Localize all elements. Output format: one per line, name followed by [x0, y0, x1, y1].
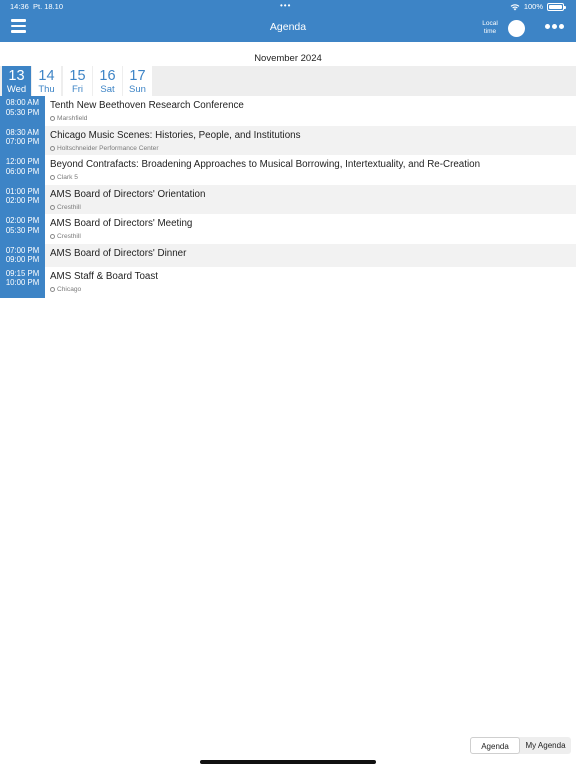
battery-percent: 100% — [523, 2, 543, 11]
event-end-time: 09:00 PM — [5, 255, 40, 264]
event-location: Clark 5 — [50, 174, 78, 181]
more-icon[interactable] — [545, 24, 565, 30]
event-title: AMS Board of Directors' Meeting — [50, 218, 193, 229]
day-tab-16[interactable]: 16 Sat — [93, 66, 122, 96]
agenda-item[interactable]: 02:00 PM 05:30 PM AMS Board of Directors… — [0, 214, 576, 244]
event-end-time: 02:00 PM — [5, 196, 40, 205]
event-location: Holtschneider Performance Center — [50, 145, 159, 152]
location-pin-icon — [50, 204, 55, 210]
event-time: 12:00 PM 06:00 PM — [0, 155, 45, 185]
multitasking-dots[interactable]: ••• — [280, 0, 291, 12]
event-title: Chicago Music Scenes: Histories, People,… — [50, 129, 301, 141]
agenda-item[interactable]: 01:00 PM 02:00 PM AMS Board of Directors… — [0, 184, 576, 214]
day-weekday: Sun — [129, 84, 146, 95]
event-end-time: 05:30 PM — [5, 225, 40, 235]
local-time-label: Local time — [482, 20, 498, 35]
app-header: 14:36 Pt. 18.10 ••• 100% Agenda Local ti… — [0, 0, 576, 42]
event-title: AMS Board of Directors' Dinner — [50, 247, 187, 259]
day-number: 17 — [129, 68, 146, 84]
event-location-text: Marshfield — [57, 115, 88, 122]
event-location: Cresthill — [50, 233, 81, 240]
event-title: Tenth New Beethoven Research Conference — [50, 100, 244, 111]
day-weekday: Wed — [6, 84, 27, 95]
event-end-time: 10:00 PM — [5, 278, 40, 287]
day-number: 13 — [8, 68, 25, 84]
event-location: Chicago — [50, 286, 81, 293]
status-time: 14:36 — [10, 2, 29, 11]
event-start-time: 07:00 PM — [5, 245, 40, 255]
event-end-time: 05:30 PM — [5, 107, 40, 117]
event-start-time: 01:00 PM — [5, 186, 40, 196]
agenda-view-switch: Agenda My Agenda — [470, 737, 571, 754]
event-end-time: 07:00 PM — [5, 137, 40, 146]
home-indicator[interactable] — [200, 760, 376, 764]
status-date: Pt. 18.10 — [33, 2, 64, 11]
agenda-item[interactable]: 09:15 PM 10:00 PM AMS Staff & Board Toas… — [0, 266, 576, 298]
day-number: 14 — [38, 68, 55, 84]
event-time: 02:00 PM 05:30 PM — [0, 214, 45, 244]
location-pin-icon — [50, 145, 55, 151]
event-start-time: 09:15 PM — [5, 268, 40, 278]
agenda-list: 08:00 AM 05:30 PM Tenth New Beethoven Re… — [0, 96, 576, 298]
agenda-item[interactable]: 12:00 PM 06:00 PM Beyond Contrafacts: Br… — [0, 155, 576, 185]
day-tab-15[interactable]: 15 Fri — [63, 66, 92, 96]
battery-icon — [547, 3, 566, 11]
event-title: AMS Board of Directors' Orientation — [50, 188, 206, 200]
status-right: 100% — [510, 1, 566, 13]
event-time: 07:00 PM 09:00 PM — [0, 243, 45, 267]
event-location-text: Holtschneider Performance Center — [57, 144, 159, 152]
agenda-item[interactable]: 08:30 AM 07:00 PM Chicago Music Scenes: … — [0, 125, 576, 155]
agenda-item[interactable]: 08:00 AM 05:30 PM Tenth New Beethoven Re… — [0, 96, 576, 126]
day-weekday: Sat — [100, 84, 115, 95]
location-pin-icon — [50, 175, 55, 180]
event-location-text: Chicago — [57, 285, 82, 293]
event-location-text: Clark 5 — [57, 174, 78, 181]
day-tab-13[interactable]: 13 Wed — [2, 66, 31, 96]
event-start-time: 12:00 PM — [5, 157, 40, 166]
tab-my-agenda[interactable]: My Agenda — [520, 737, 571, 754]
event-time: 01:00 PM 02:00 PM — [0, 184, 45, 214]
event-end-time: 06:00 PM — [5, 166, 40, 176]
tab-agenda[interactable]: Agenda — [470, 737, 520, 754]
event-start-time: 08:30 AM — [6, 127, 39, 137]
day-weekday: Fri — [71, 84, 84, 95]
day-selector: 13 Wed 14 Thu 15 Fri 16 Sat 17 Sun — [0, 66, 576, 96]
agenda-item[interactable]: 07:00 PM 09:00 PM AMS Board of Directors… — [0, 243, 576, 267]
event-time: 08:00 AM 05:30 PM — [0, 96, 45, 126]
location-pin-icon — [50, 116, 55, 121]
day-number: 16 — [99, 68, 116, 84]
event-location-text: Cresthill — [57, 203, 81, 211]
event-start-time: 08:00 AM — [6, 98, 39, 107]
event-location: Marshfield — [50, 115, 87, 122]
location-pin-icon — [50, 286, 55, 292]
day-tab-14[interactable]: 14 Thu — [32, 66, 61, 96]
day-tab-17[interactable]: 17 Sun — [123, 66, 152, 96]
status-bar: 14:36 Pt. 18.10 ••• 100% — [0, 0, 576, 12]
event-title: Beyond Contrafacts: Broadening Approache… — [50, 159, 481, 170]
event-title: AMS Staff & Board Toast — [50, 270, 159, 282]
wifi-icon — [510, 4, 520, 11]
event-location: Cresthill — [50, 204, 81, 211]
day-weekday: Thu — [38, 84, 55, 95]
month-label: November 2024 — [254, 53, 322, 64]
local-time-toggle[interactable] — [508, 20, 525, 37]
event-time: 08:30 AM 07:00 PM — [0, 125, 45, 155]
event-time: 09:15 PM 10:00 PM — [0, 266, 45, 298]
event-start-time: 02:00 PM — [5, 216, 40, 225]
day-number: 15 — [69, 68, 86, 84]
location-pin-icon — [50, 234, 55, 239]
event-location-text: Cresthill — [57, 233, 81, 240]
